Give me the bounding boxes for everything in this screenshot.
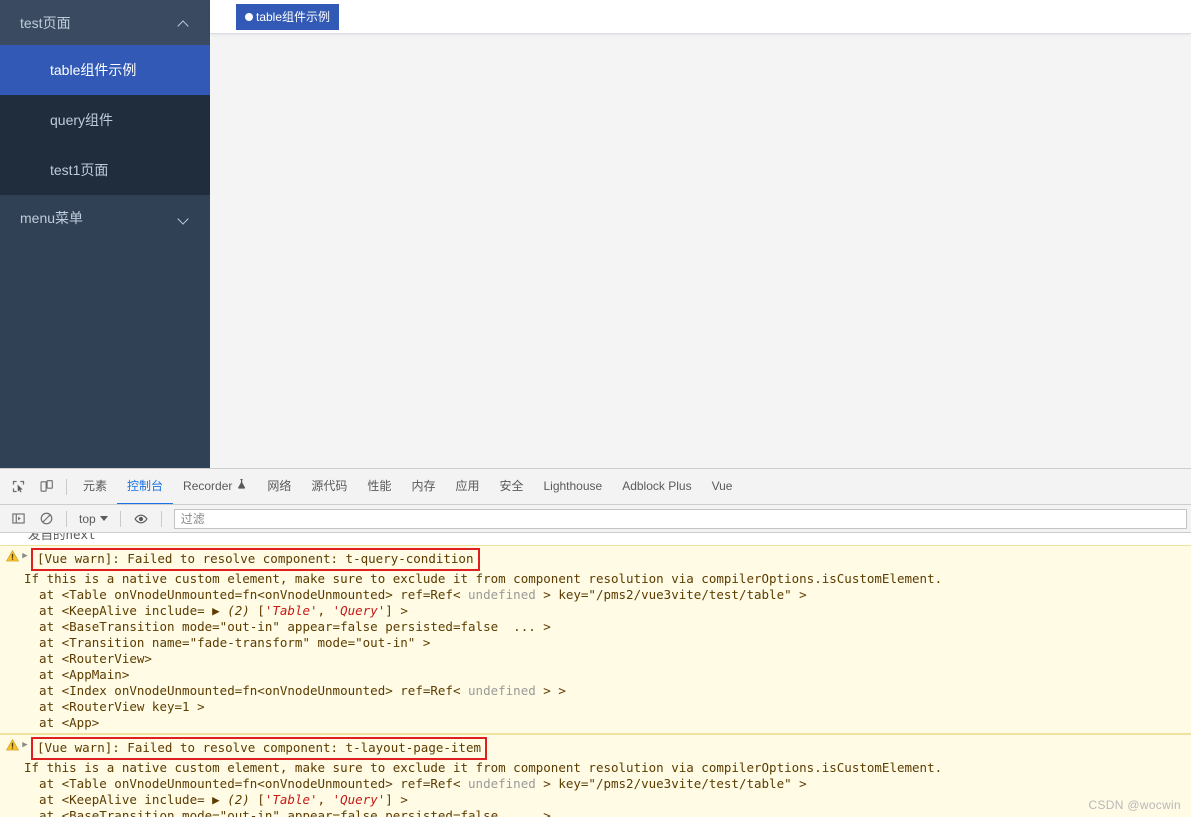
- console-filter-placeholder: 过滤: [180, 512, 205, 526]
- console-warning-expander[interactable]: ▶: [19, 548, 31, 565]
- console-stack-line: at <BaseTransition mode="out-in" appear=…: [24, 619, 551, 634]
- console-toolbar-divider-3: [160, 510, 162, 527]
- device-toolbar-icon[interactable]: [32, 473, 60, 501]
- console-stack-line: If this is a native custom element, make…: [24, 760, 943, 775]
- console-stack-line: at <RouterView>: [24, 651, 152, 666]
- devtools-tab-网络[interactable]: 网络: [257, 469, 301, 504]
- chevron-up-icon: [178, 17, 190, 29]
- console-warning-expander[interactable]: ▶: [19, 737, 31, 754]
- sidebar-item-label: table组件示例: [50, 62, 137, 78]
- devtools-tab-label: 安全: [499, 479, 524, 493]
- devtools-tab-性能[interactable]: 性能: [357, 469, 401, 504]
- devtools-tab-源代码[interactable]: 源代码: [301, 469, 357, 504]
- console-warning-title: [Vue warn]: Failed to resolve component:…: [31, 548, 480, 571]
- warning-triangle-icon: [6, 739, 19, 751]
- devtools-tab-recorder[interactable]: Recorder: [173, 469, 257, 504]
- warning-triangle-icon: [6, 550, 19, 562]
- sidebar-submenu-0: table组件示例 query组件 test1页面: [0, 45, 210, 195]
- console-clipped-line: 发自的next: [0, 533, 1191, 545]
- devtools-tab-label: 网络: [267, 479, 292, 493]
- content-area: table组件示例: [210, 0, 1191, 468]
- browser-viewport: test页面 table组件示例 query组件 test1页面 menu菜单 tabl…: [0, 0, 1191, 468]
- console-toolbar-divider-1: [66, 510, 67, 527]
- devtools-tab-label: 元素: [83, 479, 108, 493]
- inspect-element-icon[interactable]: [4, 473, 32, 501]
- console-warning-body: If this is a native custom element, make…: [0, 571, 1191, 731]
- devtools-tab-label: 源代码: [311, 479, 348, 493]
- console-filter-input[interactable]: 过滤: [173, 508, 1187, 529]
- chevron-down-icon: [178, 212, 190, 224]
- console-stack-line: at <Table onVnodeUnmounted=fn<onVnodeUnm…: [24, 776, 807, 791]
- tag-label: table组件示例: [256, 10, 331, 24]
- console-sidebar-icon[interactable]: [4, 505, 32, 533]
- devtools-tabbar: 元素 控制台 Recorder 网络 源代码 性能 内存 应用 安全 Lighthouse Adbl…: [0, 469, 1191, 505]
- devtools-tab-adblock-plus[interactable]: Adblock Plus: [612, 469, 701, 504]
- devtools-tab-内存[interactable]: 内存: [401, 469, 445, 504]
- console-warning-header: ▶ [Vue warn]: Failed to resolve component…: [0, 546, 1191, 571]
- live-expression-icon[interactable]: [127, 505, 155, 533]
- sidebar-navigation: test页面 table组件示例 query组件 test1页面 menu菜单: [0, 0, 210, 468]
- devtools-tab-label: Vue: [711, 478, 733, 493]
- sidebar-item-0-0[interactable]: table组件示例: [0, 45, 210, 95]
- console-warning-title-wrap: [Vue warn]: Failed to resolve component:…: [31, 548, 480, 571]
- console-stack-line: at <KeepAlive include= ▶ (2) ['Table', '…: [24, 603, 408, 618]
- devtools-panel: 元素 控制台 Recorder 网络 源代码 性能 内存 应用 安全 Lighthouse Adbl…: [0, 468, 1191, 818]
- tag-view-item-0[interactable]: table组件示例: [236, 3, 340, 30]
- devtools-tab-vue[interactable]: Vue: [702, 469, 743, 504]
- console-warning-0: ▶ [Vue warn]: Failed to resolve component…: [0, 545, 1191, 734]
- console-warning-body: If this is a native custom element, make…: [0, 760, 1191, 817]
- console-warning-title-wrap: [Vue warn]: Failed to resolve component:…: [31, 737, 488, 760]
- app-main-content: [210, 34, 1191, 468]
- devtools-tab-应用[interactable]: 应用: [445, 469, 489, 504]
- devtools-tab-label: 性能: [367, 479, 392, 493]
- console-stack-line: at <AppMain>: [24, 667, 130, 682]
- sidebar-item-label: test1页面: [50, 162, 109, 178]
- console-stack-line: at <Index onVnodeUnmounted=fn<onVnodeUnm…: [24, 683, 566, 698]
- toolbar-divider: [66, 478, 67, 495]
- flask-icon: [236, 478, 247, 493]
- devtools-tab-lighthouse[interactable]: Lighthouse: [533, 469, 612, 504]
- sidebar-item-0-2[interactable]: test1页面: [0, 145, 210, 195]
- console-log-area: 发自的next ▶ [Vue warn]: Failed to resolve c…: [0, 533, 1191, 817]
- console-stack-line: If this is a native custom element, make…: [24, 571, 943, 586]
- console-stack-line: at <Table onVnodeUnmounted=fn<onVnodeUnm…: [24, 587, 807, 602]
- clear-console-icon[interactable]: [32, 505, 60, 533]
- screen-root: test页面 table组件示例 query组件 test1页面 menu菜单 tabl…: [0, 0, 1191, 818]
- devtools-tab-控制台[interactable]: 控制台: [117, 469, 174, 504]
- sidebar-group-1[interactable]: menu菜单: [0, 195, 210, 240]
- console-warning-title: [Vue warn]: Failed to resolve component:…: [31, 737, 488, 760]
- sidebar-group-label: test页面: [20, 14, 71, 31]
- devtools-tab-label: Recorder: [183, 478, 233, 493]
- sidebar-item-0-1[interactable]: query组件: [0, 95, 210, 145]
- devtools-tab-安全[interactable]: 安全: [489, 469, 533, 504]
- sidebar-item-label: query组件: [50, 112, 114, 128]
- devtools-tab-label: 应用: [455, 479, 480, 493]
- execution-context-selector[interactable]: top: [73, 510, 114, 528]
- sidebar-group-label: menu菜单: [20, 209, 84, 226]
- console-toolbar-divider-2: [119, 510, 121, 527]
- console-warning-1: ▶ [Vue warn]: Failed to resolve component…: [0, 734, 1191, 817]
- tags-view-bar: table组件示例: [210, 0, 1191, 34]
- sidebar-group-0[interactable]: test页面: [0, 0, 210, 45]
- execution-context-label: top: [79, 511, 96, 526]
- devtools-tab-label: Lighthouse: [543, 478, 603, 493]
- console-clipped-text: 发自的next: [28, 533, 96, 542]
- console-stack-line: at <BaseTransition mode="out-in" appear=…: [24, 808, 551, 817]
- console-stack-line: at <App>: [24, 715, 100, 730]
- chevron-down-icon: [99, 516, 108, 521]
- devtools-tab-label: 内存: [411, 479, 436, 493]
- devtools-tab-label: Adblock Plus: [622, 478, 692, 493]
- devtools-tab-label: 控制台: [127, 479, 164, 493]
- console-stack-line: at <KeepAlive include= ▶ (2) ['Table', '…: [24, 792, 408, 807]
- console-warning-header: ▶ [Vue warn]: Failed to resolve component…: [0, 735, 1191, 760]
- tag-active-dot-icon: [245, 12, 253, 21]
- console-stack-line: at <RouterView key=1 >: [24, 699, 205, 714]
- console-toolbar: top 过滤: [0, 505, 1191, 533]
- console-stack-line: at <Transition name="fade-transform" mod…: [24, 635, 431, 650]
- devtools-tab-元素[interactable]: 元素: [73, 469, 117, 504]
